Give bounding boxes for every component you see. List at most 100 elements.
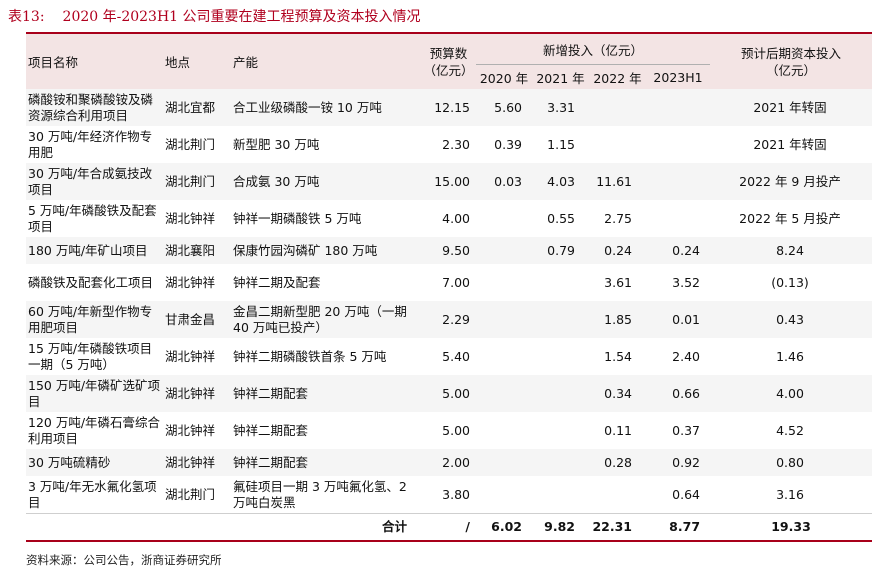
cell-location: 湖北钟祥	[165, 274, 216, 290]
cell-location: 湖北荆门	[165, 136, 216, 152]
cell-project: 30 万吨/年经济作物专用肥	[28, 128, 153, 160]
cell-2021: 4.03	[532, 163, 589, 200]
cell-2023h1: 0.01	[646, 301, 711, 338]
cell-capacity: 合工业级磷酸一铵 10 万吨	[231, 89, 421, 126]
header-new-investment: 新增投入（亿元）	[476, 34, 711, 65]
cell-2023h1	[646, 163, 711, 200]
cell-2022: 0.24	[589, 237, 646, 264]
cell-2022: 1.54	[604, 348, 632, 364]
cell-later: 0.43	[710, 301, 873, 338]
cell-2020: 0.39	[494, 136, 522, 152]
cell-2021	[532, 375, 589, 412]
cell-capacity: 保康竹园沟磷矿 180 万吨	[231, 237, 421, 264]
total-later: 19.33	[710, 513, 873, 542]
cell-2020	[476, 338, 532, 375]
cell-2020	[476, 375, 532, 412]
cell-2023h1: 0.92	[646, 449, 711, 476]
cell-2023h1	[646, 89, 711, 126]
cell-2023h1: 0.37	[672, 422, 701, 438]
cell-2020	[476, 301, 532, 338]
total-2021: 9.82	[532, 513, 589, 542]
table-row: 150 万吨/年磷矿选矿项目 湖北钟祥 钟祥二期配套 5.00 0.34 0.66 4.00	[26, 375, 873, 412]
cell-location: 湖北荆门	[163, 163, 231, 200]
table-title: 表13: 2020 年-2023H1 公司重要在建工程预算及资本投入情况	[8, 6, 421, 26]
cell-2022: 1.85	[589, 301, 646, 338]
cell-capacity: 钟祥二期磷酸铁首条 5 万吨	[233, 348, 387, 364]
cell-2023h1	[646, 200, 710, 237]
cell-project: 120 万吨/年磷石膏综合利用项目	[28, 414, 161, 446]
cell-2022: 0.28	[589, 449, 646, 476]
cell-2021: 1.15	[547, 136, 575, 152]
cell-budget: 12.15	[421, 89, 476, 126]
cell-later: 3.16	[776, 486, 804, 502]
total-label: 合计	[26, 513, 421, 542]
cell-later: 2022 年 9 月投产	[710, 163, 873, 200]
cell-location: 湖北钟祥	[163, 375, 231, 412]
cell-capacity: 钟祥一期磷酸铁 5 万吨	[233, 210, 362, 226]
cell-budget: 5.00	[442, 422, 470, 438]
cell-capacity: 新型肥 30 万吨	[233, 136, 320, 152]
cell-2023h1	[646, 126, 710, 163]
cell-project: 150 万吨/年磷矿选矿项目	[26, 375, 163, 412]
cell-budget: 15.00	[421, 163, 476, 200]
cell-budget: 4.00	[442, 210, 470, 226]
table-number: 表13:	[8, 9, 45, 25]
header-2022: 2022 年	[589, 64, 646, 89]
cell-2021: 3.31	[532, 89, 589, 126]
cell-2023h1: 3.52	[672, 274, 701, 290]
cell-location: 湖北钟祥	[165, 348, 216, 364]
cell-budget: 2.29	[421, 301, 476, 338]
cell-capacity: 钟祥二期及配套	[233, 274, 321, 290]
header-2020: 2020 年	[476, 64, 532, 89]
table-row: 15 万吨/年磷酸铁项目一期（5 万吨） 湖北钟祥 钟祥二期磷酸铁首条 5 万吨 5.…	[26, 338, 872, 375]
cell-2020	[476, 200, 532, 237]
source-note: 资料来源：公司公告，浙商证券研究所	[26, 553, 222, 567]
cell-project: 30 万吨/年合成氨技改项目	[26, 163, 163, 200]
cell-location: 湖北钟祥	[165, 422, 216, 438]
cell-location: 甘肃金昌	[163, 301, 231, 338]
cell-2020	[476, 449, 532, 476]
total-2023h1: 8.77	[646, 513, 711, 542]
total-2022: 22.31	[589, 513, 646, 542]
cell-2021: 0.79	[532, 237, 589, 264]
cell-capacity: 钟祥二期配套	[233, 422, 309, 438]
cell-budget: 3.80	[442, 486, 470, 502]
cell-budget: 2.30	[442, 136, 470, 152]
cell-2020	[476, 237, 532, 264]
table-row: 30 万吨硫精砂 湖北钟祥 钟祥二期配套 2.00 0.28 0.92 0.80	[26, 449, 873, 476]
cell-capacity: 钟祥二期配套	[231, 375, 421, 412]
cell-later: 2022 年 5 月投产	[739, 210, 841, 226]
cell-later: 2021 年转固	[710, 89, 873, 126]
cell-later: 2021 年转固	[753, 136, 827, 152]
cell-budget: 5.00	[421, 375, 476, 412]
cell-2022: 11.61	[589, 163, 646, 200]
cell-location: 湖北荆门	[165, 486, 216, 502]
cell-later: 1.46	[776, 348, 804, 364]
cell-2021	[532, 301, 589, 338]
cell-location: 湖北钟祥	[163, 449, 231, 476]
cell-later: (0.13)	[771, 274, 809, 290]
total-budget: /	[421, 513, 476, 542]
cell-2022: 0.11	[604, 422, 632, 438]
header-capacity: 产能	[231, 34, 421, 89]
cell-2022: 3.61	[604, 274, 632, 290]
header-project: 项目名称	[26, 34, 163, 89]
cell-2021	[532, 412, 589, 449]
cell-project: 15 万吨/年磷酸铁项目一期（5 万吨）	[28, 340, 153, 372]
table-title-text: 2020 年-2023H1 公司重要在建工程预算及资本投入情况	[62, 9, 421, 25]
cell-project: 磷酸铁及配套化工项目	[28, 274, 154, 290]
cell-2023h1: 0.64	[672, 486, 701, 502]
total-row: 合计/6.02 9.82 22.31 8.77 19.33	[26, 513, 873, 542]
cell-budget: 7.00	[442, 274, 470, 290]
cell-project: 磷酸铵和聚磷酸铵及磷资源综合利用项目	[26, 89, 163, 126]
cell-location: 湖北宜都	[163, 89, 231, 126]
cell-capacity: 钟祥二期配套	[231, 449, 421, 476]
cell-2020	[476, 264, 532, 301]
header-later-investment: 预计后期资本投入 （亿元）	[710, 34, 873, 89]
cell-2023h1: 2.40	[672, 348, 701, 364]
header-2021: 2021 年	[532, 64, 589, 89]
cell-later: 4.00	[710, 375, 873, 412]
table-row: 磷酸铁及配套化工项目 湖北钟祥 钟祥二期及配套 7.00 3.61 3.52 (0.13)	[26, 264, 872, 301]
cell-2022	[589, 89, 646, 126]
cell-project: 30 万吨硫精砂	[26, 449, 163, 476]
